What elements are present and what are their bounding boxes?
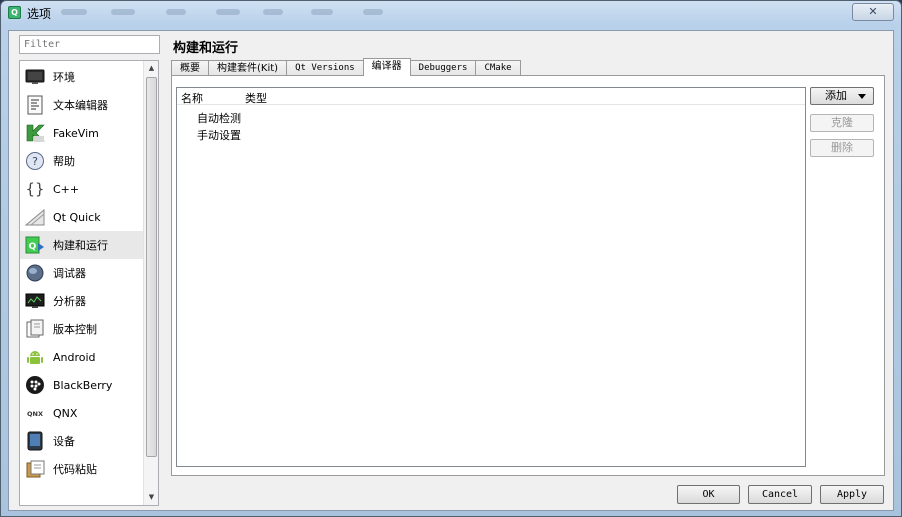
sidebar-item-label: 代码粘贴 — [53, 463, 97, 476]
sidebar-item-code-paste[interactable]: 代码粘贴 — [20, 455, 143, 483]
blurred-title-fragment — [311, 9, 333, 15]
tab-compilers[interactable]: 编译器 — [362, 58, 411, 76]
chevron-down-icon — [858, 94, 866, 99]
remove-button[interactable]: 删除 — [810, 139, 874, 157]
sidebar-item-build-run[interactable]: Q 构建和运行 — [20, 231, 143, 259]
sidebar-item-label: FakeVim — [53, 126, 99, 140]
column-header-type[interactable]: 类型 — [245, 90, 267, 106]
tree-item-auto-detected[interactable]: 自动检测 — [197, 110, 241, 126]
blackberry-icon — [25, 375, 45, 395]
android-icon — [25, 347, 45, 367]
category-list: 环境 文本编辑器 FakeVim ? 帮助 {} C++ Qt Quick Q … — [19, 60, 159, 506]
version-control-icon — [25, 319, 45, 339]
fakevim-icon — [25, 123, 45, 143]
tab-qt-versions[interactable]: Qt Versions — [286, 60, 364, 76]
tab-debuggers[interactable]: Debuggers — [409, 60, 477, 76]
debugger-icon — [25, 263, 45, 283]
add-button[interactable]: 添加 — [810, 87, 874, 105]
sidebar-item-label: 调试器 — [53, 267, 86, 280]
sidebar-item-label: BlackBerry — [53, 378, 113, 392]
svg-text:{}: {} — [25, 180, 44, 198]
qt-app-icon: Q — [8, 6, 21, 19]
options-dialog: Q 选项 ✕ 环境 文本编辑器 — [0, 0, 902, 517]
svg-text:QNX: QNX — [27, 410, 43, 418]
sidebar-item-label: 文本编辑器 — [53, 99, 108, 112]
tab-bar: 概要 构建套件(Kit) Qt Versions 编译器 Debuggers C… — [171, 58, 521, 76]
blurred-title-fragment — [216, 9, 240, 15]
scroll-up-icon[interactable]: ▲ — [144, 61, 158, 76]
sidebar-item-label: 分析器 — [53, 295, 86, 308]
tree-header: 名称 类型 — [177, 88, 805, 105]
clone-button[interactable]: 克隆 — [810, 114, 874, 132]
sidebar-item-fakevim[interactable]: FakeVim — [20, 119, 143, 147]
sidebar-item-cpp[interactable]: {} C++ — [20, 175, 143, 203]
close-icon: ✕ — [868, 5, 878, 18]
sidebar-item-label: 构建和运行 — [53, 239, 108, 252]
code-paste-icon — [25, 459, 45, 479]
sidebar-item-blackberry[interactable]: BlackBerry — [20, 371, 143, 399]
tab-cmake[interactable]: CMake — [475, 60, 521, 76]
sidebar-item-debugger[interactable]: 调试器 — [20, 259, 143, 287]
sidebar-item-devices[interactable]: 设备 — [20, 427, 143, 455]
tab-overview[interactable]: 概要 — [171, 60, 209, 76]
blurred-title-fragment — [111, 9, 135, 15]
sidebar-item-label: 版本控制 — [53, 323, 97, 336]
tree-item-manual[interactable]: 手动设置 — [197, 127, 241, 143]
braces-icon: {} — [25, 179, 45, 199]
ok-button[interactable]: OK — [677, 485, 740, 504]
device-icon — [25, 431, 45, 451]
text-document-icon — [25, 95, 45, 115]
add-button-label: 添加 — [825, 89, 847, 102]
qt-quick-icon — [25, 207, 45, 227]
dialog-client-area: 环境 文本编辑器 FakeVim ? 帮助 — [8, 30, 894, 511]
sidebar-item-label: 环境 — [53, 71, 75, 84]
apply-button[interactable]: Apply — [820, 485, 884, 504]
category-scrollbar[interactable]: ▲ ▼ — [143, 61, 158, 505]
close-button[interactable]: ✕ — [852, 3, 894, 21]
build-run-icon: Q — [25, 235, 45, 255]
analyzer-icon — [25, 291, 45, 311]
qnx-icon: QNX — [25, 403, 45, 423]
blurred-title-fragment — [263, 9, 283, 15]
sidebar-item-help[interactable]: ? 帮助 — [20, 147, 143, 175]
window-title: 选项 — [27, 7, 52, 21]
cancel-button[interactable]: Cancel — [748, 485, 812, 504]
filter-input[interactable] — [19, 35, 160, 54]
sidebar-item-android[interactable]: Android — [20, 343, 143, 371]
help-icon: ? — [25, 151, 45, 171]
sidebar-item-label: QNX — [53, 406, 78, 420]
sidebar-item-label: C++ — [53, 182, 80, 196]
monitor-icon — [25, 67, 45, 87]
tab-kits[interactable]: 构建套件(Kit) — [208, 60, 288, 76]
sidebar-item-analyzer[interactable]: 分析器 — [20, 287, 143, 315]
sidebar-item-label: 设备 — [53, 435, 75, 448]
sidebar-item-environment[interactable]: 环境 — [20, 63, 143, 91]
page-title: 构建和运行 — [173, 41, 239, 56]
sidebar-item-text-editor[interactable]: 文本编辑器 — [20, 91, 143, 119]
sidebar-item-label: Android — [53, 350, 96, 364]
title-bar[interactable]: Q 选项 ✕ — [1, 1, 901, 25]
blurred-title-fragment — [363, 9, 383, 15]
blurred-title-fragment — [61, 9, 87, 15]
sidebar-item-label: Qt Quick — [53, 210, 101, 224]
compiler-tree[interactable]: 名称 类型 自动检测 手动设置 — [176, 87, 806, 467]
column-header-name[interactable]: 名称 — [181, 90, 203, 106]
sidebar-item-version-control[interactable]: 版本控制 — [20, 315, 143, 343]
compilers-panel: 名称 类型 自动检测 手动设置 添加 克隆 删除 — [171, 75, 885, 476]
blurred-title-fragment — [166, 9, 186, 15]
sidebar-item-qnx[interactable]: QNX QNX — [20, 399, 143, 427]
sidebar-item-qt-quick[interactable]: Qt Quick — [20, 203, 143, 231]
sidebar-item-label: 帮助 — [53, 155, 75, 168]
scrollbar-thumb[interactable] — [146, 77, 157, 457]
scroll-down-icon[interactable]: ▼ — [144, 490, 158, 505]
svg-text:Q: Q — [29, 242, 37, 252]
svg-text:?: ? — [32, 155, 38, 168]
